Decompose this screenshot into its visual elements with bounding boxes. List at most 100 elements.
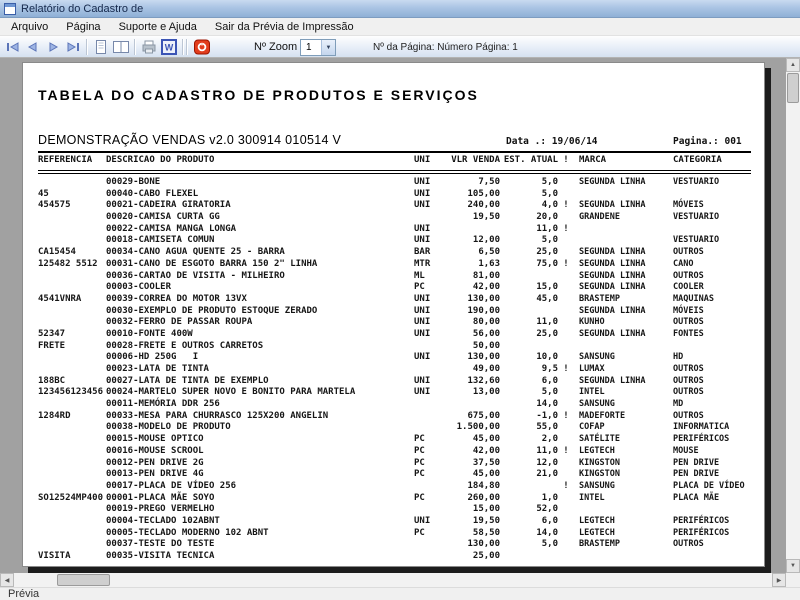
- word-export-icon[interactable]: W: [160, 39, 178, 55]
- report-date: Data .: 19/06/14: [506, 136, 598, 147]
- cell-cat: VESTUARIO: [668, 235, 760, 247]
- cell-desc: 00013-PEN DRIVE 4G: [106, 469, 414, 481]
- cell-desc: 00012-PEN DRIVE 2G: [106, 458, 414, 470]
- cell-marca: SEGUNDA LINHA: [574, 247, 668, 259]
- cell-est: 5,0: [500, 177, 558, 189]
- cell-ref: 52347: [38, 329, 106, 341]
- window-title: Relatório do Cadastro de: [21, 3, 143, 15]
- scroll-right-icon[interactable]: ▶: [772, 573, 786, 587]
- chevron-down-icon[interactable]: ▼: [321, 40, 335, 55]
- next-page-icon[interactable]: [44, 39, 62, 55]
- two-page-view-icon[interactable]: [112, 39, 130, 55]
- cell-vlr: 130,00: [450, 352, 500, 364]
- cell-cat: MOUSE: [668, 446, 760, 458]
- cell-vlr: 80,00: [450, 317, 500, 329]
- vertical-scroll-thumb[interactable]: [787, 73, 799, 103]
- cell-cat: PEN DRIVE: [668, 469, 760, 481]
- cell-exc: [558, 528, 574, 540]
- menu-arquivo[interactable]: Arquivo: [2, 19, 57, 35]
- cell-est: 11,0: [500, 224, 558, 236]
- cell-est: 5,0: [500, 387, 558, 399]
- status-text: Prévia: [8, 588, 39, 600]
- cell-ref: [38, 504, 106, 516]
- cell-ref: [38, 235, 106, 247]
- cell-est: 15,0: [500, 282, 558, 294]
- menu-sair-previa[interactable]: Sair da Prévia de Impressão: [206, 19, 363, 35]
- cell-ref: [38, 481, 106, 493]
- table-row: 00038-MODELO DE PRODUTO1.500,0055,0COFAP…: [38, 422, 760, 434]
- table-row: 00037-TESTE DO TESTE130,005,0BRASTEMPOUT…: [38, 539, 760, 551]
- table-row: 4541VNRA00039-CORREA DO MOTOR 13VXUNI130…: [38, 294, 760, 306]
- cell-vlr: 130,00: [450, 294, 500, 306]
- cell-est: 5,0: [500, 235, 558, 247]
- col-categoria: CATEGORIA: [668, 155, 760, 165]
- table-row: 00036-CARTAO DE VISITA - MILHEIROML81,00…: [38, 271, 760, 283]
- report-subtitle: DEMONSTRAÇÃO VENDAS v2.0 300914 010514 V: [38, 133, 341, 147]
- table-row: 00015-MOUSE OPTICOPC45,002,0SATÉLITEPERI…: [38, 434, 760, 446]
- menu-suporte-ajuda[interactable]: Suporte e Ajuda: [110, 19, 206, 35]
- table-row: FRETE00028-FRETE E OUTROS CARRETOS50,00: [38, 341, 760, 353]
- cell-marca: SEGUNDA LINHA: [574, 329, 668, 341]
- cell-uni: [414, 551, 450, 563]
- vertical-scrollbar[interactable]: ▲ ▼: [786, 58, 800, 573]
- cell-cat: OUTROS: [668, 271, 760, 283]
- cell-uni: [414, 481, 450, 493]
- cell-vlr: 42,00: [450, 446, 500, 458]
- cell-cat: [668, 341, 760, 353]
- scroll-left-icon[interactable]: ◀: [0, 573, 14, 587]
- cell-marca: SEGUNDA LINHA: [574, 306, 668, 318]
- cell-est: 45,0: [500, 294, 558, 306]
- last-page-icon[interactable]: [64, 39, 82, 55]
- cell-ref: SO12524MP400: [38, 493, 106, 505]
- cell-exc: [558, 551, 574, 563]
- print-preview-area: TABELA DO CADASTRO DE PRODUTOS E SERVIÇO…: [0, 58, 786, 573]
- cell-uni: [414, 539, 450, 551]
- zoom-dropdown[interactable]: 1 ▼: [300, 39, 336, 56]
- cell-marca: [574, 504, 668, 516]
- cell-uni: [414, 364, 450, 376]
- cell-uni: UNI: [414, 387, 450, 399]
- close-preview-icon[interactable]: [193, 39, 211, 55]
- cell-uni: UNI: [414, 317, 450, 329]
- first-page-icon[interactable]: [4, 39, 22, 55]
- cell-desc: 00032-FERRO DE PASSAR ROUPA: [106, 317, 414, 329]
- cell-uni: PC: [414, 282, 450, 294]
- cell-ref: [38, 177, 106, 189]
- scrollbar-corner: [786, 573, 800, 587]
- col-marca: MARCA: [574, 155, 668, 165]
- scroll-up-icon[interactable]: ▲: [786, 58, 800, 72]
- cell-cat: OUTROS: [668, 317, 760, 329]
- cell-ref: VISITA: [38, 551, 106, 563]
- toolbar-separator: [134, 39, 135, 55]
- cell-desc: 00027-LATA DE TINTA DE EXEMPLO: [106, 376, 414, 388]
- cell-ref: 125482 5512: [38, 259, 106, 271]
- cell-exc: !: [558, 446, 574, 458]
- cell-uni: [414, 399, 450, 411]
- cell-vlr: 105,00: [450, 189, 500, 201]
- print-icon[interactable]: [140, 39, 158, 55]
- one-page-view-icon[interactable]: [92, 39, 110, 55]
- menu-pagina[interactable]: Página: [57, 19, 109, 35]
- cell-cat: FONTES: [668, 329, 760, 341]
- scroll-down-icon[interactable]: ▼: [786, 559, 800, 573]
- table-header: REFERENCIA DESCRICAO DO PRODUTO UNI VLR …: [38, 155, 760, 165]
- table-row: 00032-FERRO DE PASSAR ROUPAUNI80,0011,0K…: [38, 317, 760, 329]
- table-row: 00022-CAMISA MANGA LONGAUNI11,0!: [38, 224, 760, 236]
- cell-est: 14,0: [500, 399, 558, 411]
- cell-uni: UNI: [414, 294, 450, 306]
- cell-cat: PERIFÉRICOS: [668, 434, 760, 446]
- table-row: 00006-HD 250G IUNI130,0010,0SANSUNGHD: [38, 352, 760, 364]
- cell-desc: 00028-FRETE E OUTROS CARRETOS: [106, 341, 414, 353]
- cell-ref: 4541VNRA: [38, 294, 106, 306]
- cell-desc: 00003-COOLER: [106, 282, 414, 294]
- cell-est: [500, 271, 558, 283]
- horizontal-scrollbar[interactable]: ◀ ▶: [0, 573, 786, 587]
- prev-page-icon[interactable]: [24, 39, 42, 55]
- cell-exc: [558, 376, 574, 388]
- cell-exc: [558, 329, 574, 341]
- cell-cat: PLACA MÃE: [668, 493, 760, 505]
- window-titlebar: Relatório do Cadastro de: [0, 0, 800, 18]
- horizontal-scroll-thumb[interactable]: [57, 574, 110, 586]
- table-row: 45457500021-CADEIRA GIRATORIAUNI240,004,…: [38, 200, 760, 212]
- table-row: 1284RD00033-MESA PARA CHURRASCO 125X200 …: [38, 411, 760, 423]
